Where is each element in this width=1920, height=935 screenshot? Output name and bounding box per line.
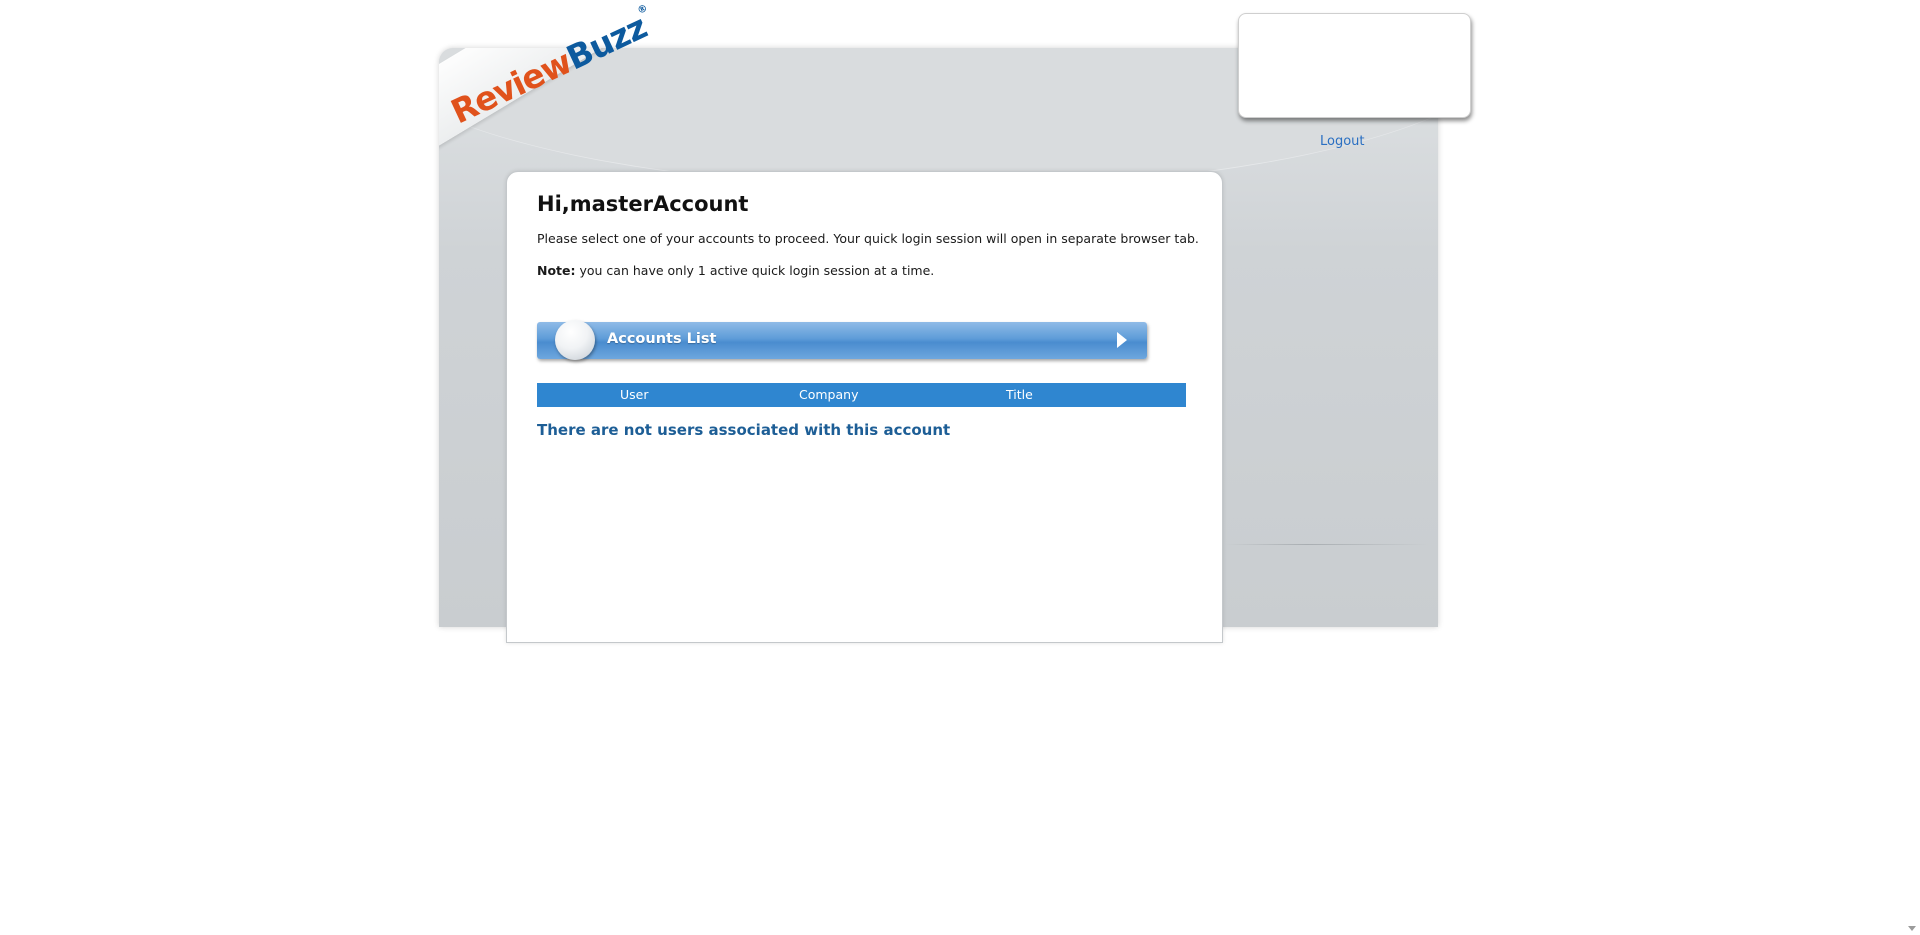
- accounts-list-header[interactable]: Accounts List: [537, 320, 1147, 360]
- instructions-text: Please select one of your accounts to pr…: [537, 231, 1199, 246]
- note-label: Note:: [537, 263, 576, 278]
- company-logo-placeholder: [1238, 13, 1471, 118]
- note-body: you can have only 1 active quick login s…: [575, 263, 935, 278]
- column-header-user[interactable]: User: [620, 387, 649, 402]
- logout-link[interactable]: Logout: [1320, 134, 1365, 149]
- empty-table-message: There are not users associated with this…: [537, 421, 951, 439]
- accounts-table-header: User Company Title: [537, 383, 1186, 407]
- sphere-icon: [555, 320, 595, 360]
- column-header-company[interactable]: Company: [799, 387, 858, 402]
- play-arrow-icon[interactable]: [1117, 332, 1127, 348]
- note-text: Note: you can have only 1 active quick l…: [537, 263, 934, 278]
- page-title: Hi,masterAccount: [537, 192, 749, 216]
- chevron-down-icon[interactable]: [1908, 926, 1916, 931]
- page-scrollbar[interactable]: [1903, 0, 1920, 935]
- column-header-title[interactable]: Title: [1006, 387, 1033, 402]
- accounts-list-title: Accounts List: [607, 331, 717, 347]
- sidebar-divider: [1225, 544, 1430, 545]
